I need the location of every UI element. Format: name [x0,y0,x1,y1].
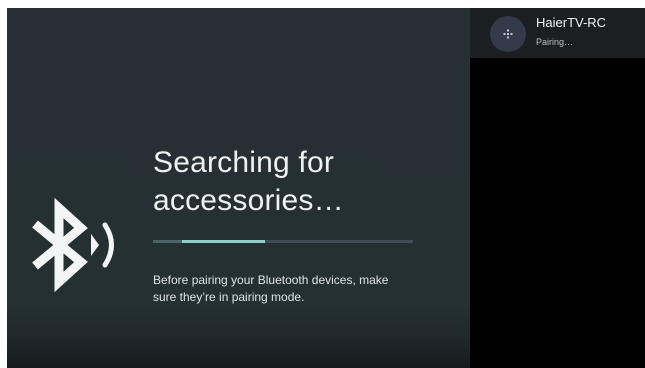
device-list-panel: HaierTV-RC Pairing… [470,8,645,368]
device-list-item[interactable]: HaierTV-RC Pairing… [470,8,645,58]
page-title: Searching for accessories… [153,144,453,220]
title-line-1: Searching for [153,146,335,179]
bluetooth-searching-icon [32,198,114,293]
device-avatar [490,16,526,52]
progress-lead [153,240,182,243]
tv-screen: Searching for accessories… Before pairin… [7,8,645,368]
device-status: Pairing… [536,37,574,47]
device-name: HaierTV-RC [536,15,607,30]
title-line-2: accessories… [153,184,344,217]
progress-indicator [181,240,265,243]
searching-panel: Searching for accessories… Before pairin… [7,8,470,368]
pairing-instructions: Before pairing your Bluetooth devices, m… [153,273,389,304]
search-progress-bar [153,240,413,243]
gamepad-icon [503,29,513,39]
